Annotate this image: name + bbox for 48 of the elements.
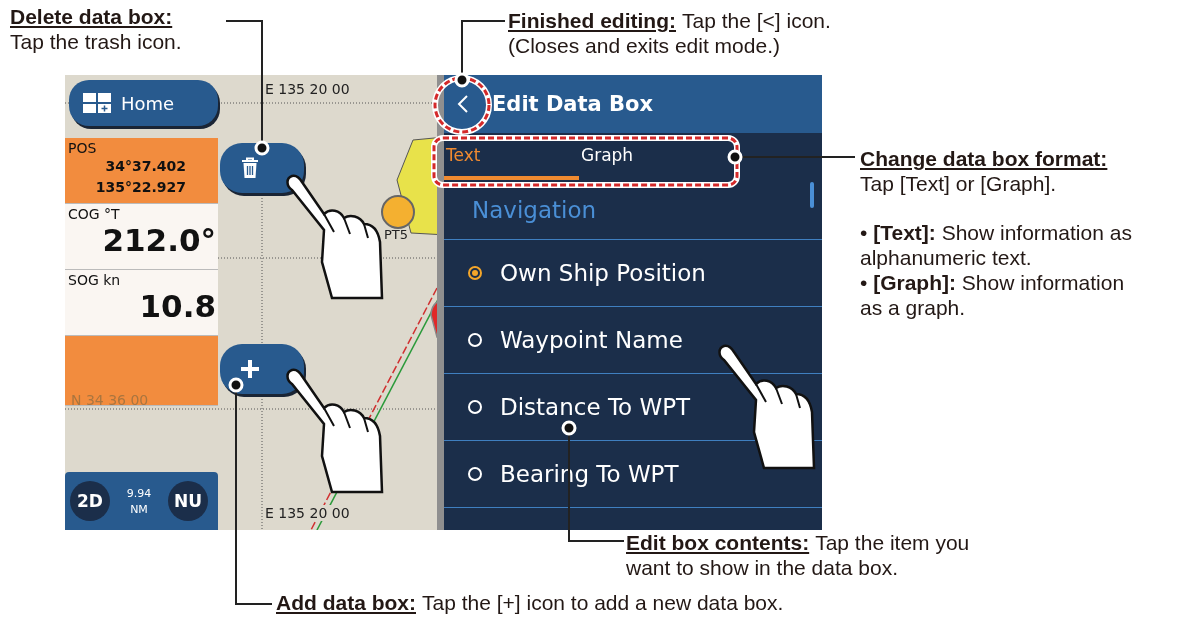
callout-text: (Closes and exits edit mode.) [508, 33, 781, 58]
callout-heading: Delete data box: [10, 4, 173, 29]
callout-text: Tap the item you [815, 530, 970, 555]
list-item[interactable]: Own Ship Position [444, 239, 822, 306]
view-mode-button[interactable]: 2D [70, 481, 110, 521]
category-heading: Navigation [472, 196, 597, 223]
radio-button[interactable] [468, 266, 482, 280]
format-tab[interactable]: Graph [579, 133, 714, 180]
orientation-button[interactable]: NU [168, 481, 208, 521]
waypoint-label: PT5 [384, 227, 409, 242]
data-box-value: 10.8 [139, 288, 216, 324]
callout-text: Tap [Text] or [Graph]. [860, 171, 1058, 196]
range-value: 9.94 [126, 486, 152, 500]
callout-text: Tap the [<] icon. [682, 8, 831, 33]
leader-line [454, 20, 506, 88]
chevron-left-icon [457, 94, 469, 114]
scroll-bar[interactable] [810, 182, 814, 208]
grid-icon [83, 93, 111, 113]
format-tab[interactable]: Text [444, 133, 579, 180]
grid-label: N 34 36 00 [71, 392, 149, 408]
dashed-circle-outline [432, 75, 492, 135]
data-box[interactable]: POS 34°37.402 135°22.927 [65, 138, 218, 204]
home-button[interactable]: Home [69, 80, 218, 126]
data-box-label: COG °T [68, 206, 121, 222]
delete-button[interactable] [220, 143, 304, 193]
data-box-value: 135°22.927 [95, 178, 186, 197]
bullet-text: • [Graph]: Show information as a graph. [860, 270, 1126, 320]
data-box-label: SOG kn [68, 272, 122, 288]
callout-text: want to show in the data box. [626, 555, 899, 580]
callout-heading: Finished editing: [508, 8, 676, 33]
callout-heading: Edit box contents: [626, 530, 810, 555]
data-box-label: POS [68, 140, 98, 156]
data-box-value: 212.0° [102, 222, 216, 258]
callout-heading: Change data box format: [860, 146, 1108, 171]
panel-title: Edit Data Box [492, 92, 654, 116]
trash-icon [241, 157, 259, 179]
callout-heading: Add data box: [276, 590, 416, 615]
bullet-text: • [Text]: Show information as alphanumeric text. [860, 220, 1133, 270]
grid-label: E 135 20 00 [265, 505, 350, 521]
range-unit: NM [130, 502, 148, 516]
plus-icon [240, 359, 260, 379]
data-box-value: 34°37.402 [105, 157, 186, 176]
callout-text: Tap the trash icon. [10, 29, 182, 54]
data-box[interactable]: COG °T 212.0° [65, 204, 218, 270]
callout-text: Tap the [+] icon to add a new data box. [422, 590, 784, 615]
data-box[interactable]: SOG kn 10.8 [65, 270, 218, 336]
grid-label: E 135 20 00 [265, 81, 350, 97]
waypoint-marker [381, 195, 415, 229]
